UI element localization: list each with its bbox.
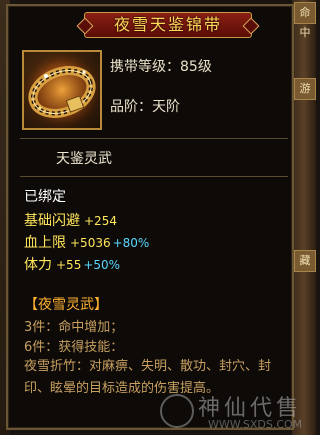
art-name: 天鉴灵武 [56,151,112,167]
belt-icon [24,52,100,128]
divider [20,176,288,177]
item-icon-frame [22,50,102,130]
stat-label: 体力 [24,257,52,273]
stat-row: 基础闪避 +254 [24,210,119,230]
side-tab-mid-1[interactable]: 游 [294,78,316,100]
watermark-logo-icon [160,394,194,428]
stat-percent: +80% [112,236,150,250]
watermark: 神仙代售 WWW.SXDS.COM [158,390,308,435]
stat-label: 血上限 [24,235,66,251]
stat-percent: +50% [83,258,121,272]
background-right-strip: 命中 游 藏 [292,0,316,435]
stat-row: 血上限 +5036 +80% [24,232,149,252]
stat-value: +254 [84,214,117,228]
stat-row: 体力 +55 +50% [24,254,120,274]
stat-value: +5036 [70,236,111,250]
set-title: 【夜雪灵武】 [24,297,108,313]
side-tab-mid-2[interactable]: 藏 [294,250,316,272]
item-title: 夜雪天鉴锦带 [84,12,252,38]
set-bonus-3: 3件：命中增加； [24,320,124,335]
stat-label: 基础闪避 [24,213,80,229]
divider [20,138,288,139]
bound-status: 已绑定 [24,189,66,205]
carry-level: 携带等级：85级 [110,59,212,75]
item-grade: 品阶：天阶 [110,99,180,115]
set-bonus-6: 6件：获得技能： [24,340,124,355]
item-tooltip: 夜雪天鉴锦带 携带等级：85级 品阶：天阶 天鉴灵武 已绑定 基础闪避 +254… [6,4,302,431]
side-tab-top[interactable]: 命中 [294,2,316,39]
watermark-url: WWW.SXDS.COM [208,418,303,431]
stat-value: +55 [56,258,82,272]
